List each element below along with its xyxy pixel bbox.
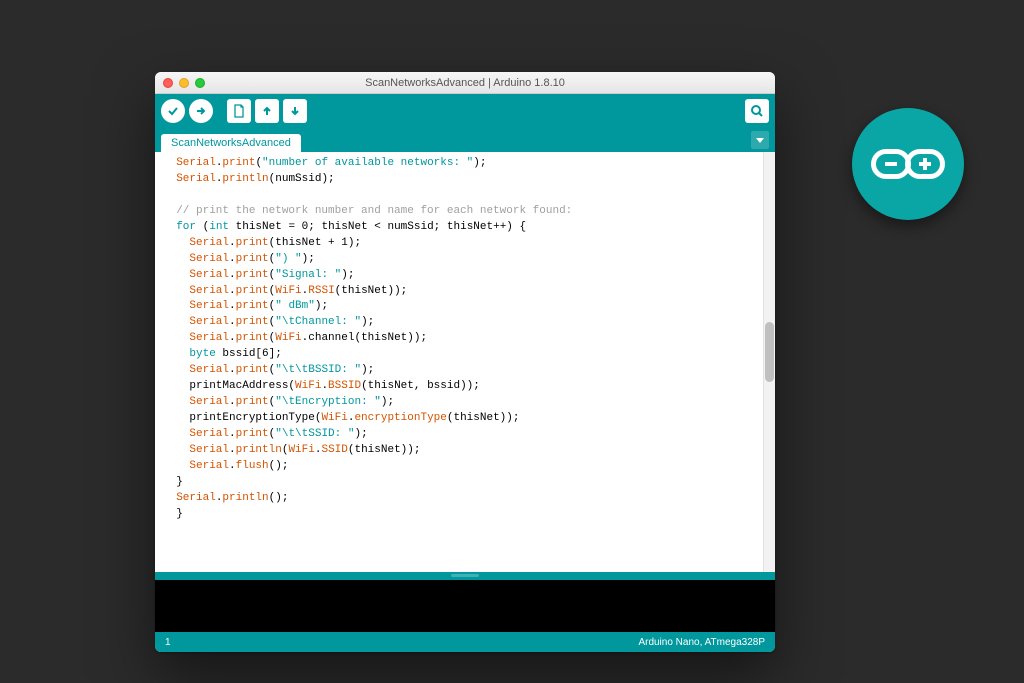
status-line-number: 1 [165,637,171,648]
arrow-up-icon [261,105,273,117]
save-button[interactable] [283,99,307,123]
arrow-down-icon [289,105,301,117]
serial-monitor-button[interactable] [745,99,769,123]
window-traffic-lights [155,78,205,88]
verify-button[interactable] [161,99,185,123]
new-button[interactable] [227,99,251,123]
check-icon [167,105,179,117]
toolbar [155,94,775,128]
scrollbar-thumb[interactable] [765,322,774,382]
arduino-ide-window: ScanNetworksAdvanced | Arduino 1.8.10 Sc… [155,72,775,652]
window-titlebar[interactable]: ScanNetworksAdvanced | Arduino 1.8.10 [155,72,775,94]
window-close-icon[interactable] [163,78,173,88]
window-title: ScanNetworksAdvanced | Arduino 1.8.10 [155,77,775,89]
editor-scrollbar[interactable] [763,152,775,572]
status-bar: 1 Arduino Nano, ATmega328P [155,632,775,652]
tab-strip: ScanNetworksAdvanced [155,128,775,152]
arduino-logo-icon [871,149,945,179]
arduino-logo-badge [852,108,964,220]
magnifier-icon [750,104,764,118]
console-panel[interactable] [155,580,775,632]
code-editor[interactable]: Serial.print("number of available networ… [155,152,775,572]
window-zoom-icon[interactable] [195,78,205,88]
open-button[interactable] [255,99,279,123]
code-content[interactable]: Serial.print("number of available networ… [155,152,775,527]
upload-button[interactable] [189,99,213,123]
editor-splitter[interactable] [155,572,775,580]
tab-sketch[interactable]: ScanNetworksAdvanced [161,134,301,152]
tab-menu-button[interactable] [751,131,769,149]
status-board-info: Arduino Nano, ATmega328P [638,637,765,648]
file-icon [233,104,245,118]
arrow-right-icon [195,105,207,117]
window-minimize-icon[interactable] [179,78,189,88]
